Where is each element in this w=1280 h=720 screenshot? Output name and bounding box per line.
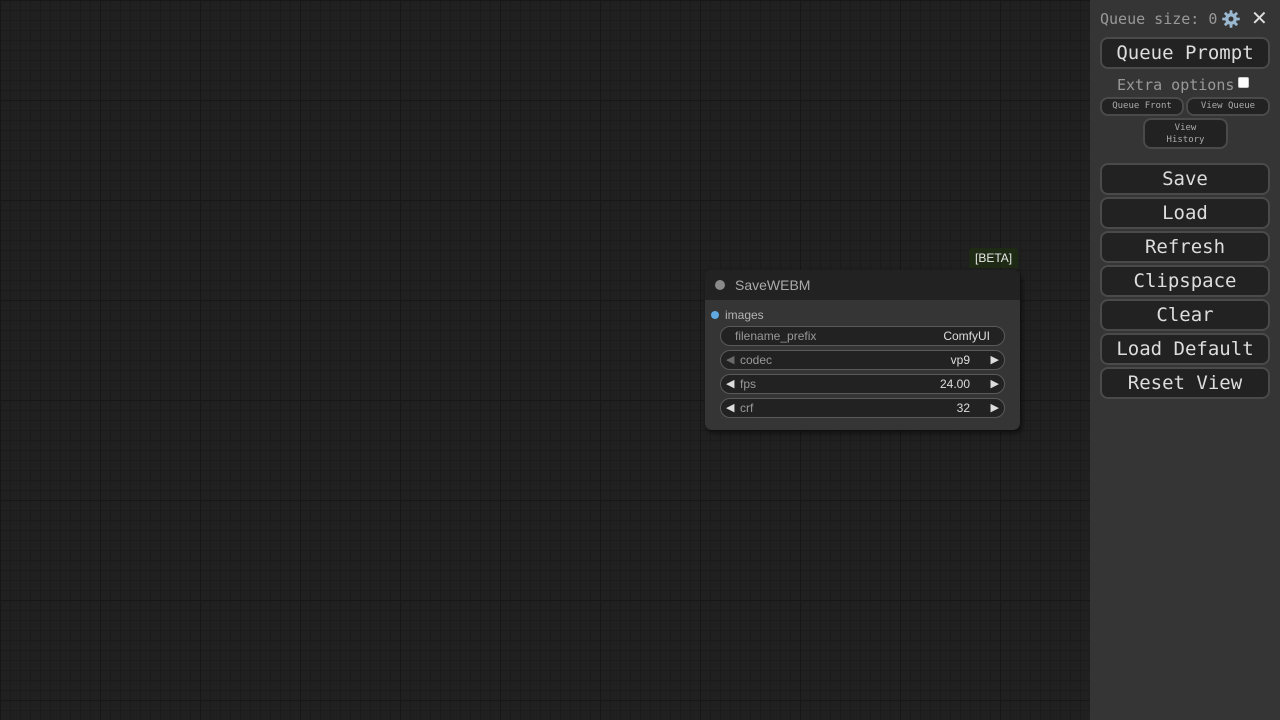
queue-prompt-button[interactable]: Queue Prompt bbox=[1100, 37, 1270, 69]
close-icon[interactable]: ✕ bbox=[1251, 6, 1268, 30]
reset-view-button[interactable]: Reset View bbox=[1100, 367, 1270, 399]
side-menu: Queue size: 0 ✕ Queue Prompt Extra optio… bbox=[1090, 0, 1280, 720]
widget-name: crf bbox=[740, 401, 754, 415]
decrement-arrow-icon[interactable]: ◀ bbox=[726, 352, 734, 368]
gear-icon[interactable] bbox=[1221, 9, 1241, 29]
increment-arrow-icon[interactable]: ▶ bbox=[991, 376, 999, 392]
widget-name: codec bbox=[740, 353, 773, 367]
extra-options-label: Extra options bbox=[1117, 76, 1235, 94]
clear-button[interactable]: Clear bbox=[1100, 299, 1270, 331]
filename-prefix-widget[interactable]: filename_prefix ComfyUI bbox=[720, 326, 1005, 346]
fps-widget[interactable]: ◀ fps 24.00 ▶ bbox=[720, 374, 1005, 394]
increment-arrow-icon[interactable]: ▶ bbox=[991, 352, 999, 368]
load-button[interactable]: Load bbox=[1100, 197, 1270, 229]
node-collapse-dot[interactable] bbox=[715, 280, 725, 290]
node-title: SaveWEBM bbox=[735, 277, 811, 293]
decrement-arrow-icon[interactable]: ◀ bbox=[726, 400, 734, 416]
clipspace-button[interactable]: Clipspace bbox=[1100, 265, 1270, 297]
crf-widget[interactable]: ◀ crf 32 ▶ bbox=[720, 398, 1005, 418]
queue-size-label: Queue size: 0 bbox=[1100, 10, 1218, 28]
queue-front-button[interactable]: Queue Front bbox=[1100, 97, 1184, 116]
widget-value: 24.00 bbox=[939, 377, 970, 391]
widget-value: ComfyUI bbox=[943, 329, 990, 343]
load-default-button[interactable]: Load Default bbox=[1100, 333, 1270, 365]
view-history-label-line2: History bbox=[1166, 135, 1205, 145]
node-title-bar[interactable]: SaveWEBM bbox=[705, 270, 1020, 300]
widget-name: fps bbox=[740, 377, 757, 391]
save-button[interactable]: Save bbox=[1100, 163, 1270, 195]
increment-arrow-icon[interactable]: ▶ bbox=[991, 400, 999, 416]
decrement-arrow-icon[interactable]: ◀ bbox=[726, 376, 734, 392]
view-history-label-line1: View bbox=[1174, 123, 1197, 133]
codec-widget[interactable]: ◀ codec vp9 ▶ bbox=[720, 350, 1005, 370]
save-webm-node[interactable]: SaveWEBM images filename_prefix ComfyUI … bbox=[705, 270, 1020, 430]
view-history-button[interactable]: View History bbox=[1143, 118, 1228, 149]
widget-value: vp9 bbox=[950, 353, 970, 367]
input-slot-dot[interactable] bbox=[711, 311, 719, 319]
beta-badge: [BETA] bbox=[969, 248, 1019, 268]
widget-name: filename_prefix bbox=[735, 329, 817, 343]
widget-value: 32 bbox=[956, 401, 970, 415]
view-queue-button[interactable]: View Queue bbox=[1186, 97, 1270, 116]
input-slot-label: images bbox=[725, 308, 764, 322]
extra-options-checkbox[interactable] bbox=[1238, 77, 1249, 88]
refresh-button[interactable]: Refresh bbox=[1100, 231, 1270, 263]
